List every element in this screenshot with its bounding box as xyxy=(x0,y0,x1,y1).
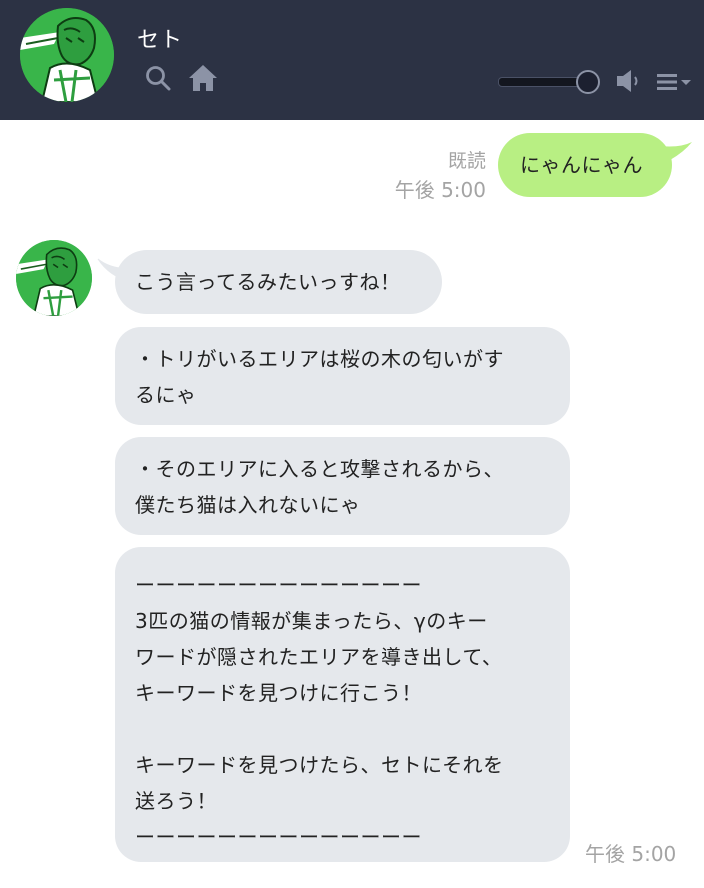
chat-title: セト xyxy=(137,28,184,53)
incoming-message-bubble[interactable]: ・トリがいるエリアは桜の木の匂いがす るにゃ xyxy=(115,327,570,425)
volume-knob[interactable] xyxy=(576,70,600,94)
message-time: 午後 5:00 xyxy=(585,842,677,866)
incoming-message-bubble[interactable]: こう言ってるみたいっすね！ xyxy=(115,250,442,314)
incoming-message-bubble[interactable]: ーーーーーーーーーーーーーー 3匹の猫の情報が集まったら、γのキー ワードが隠さ… xyxy=(115,547,570,862)
message-text: こう言ってるみたいっすね！ xyxy=(135,270,401,294)
incoming-message-bubble[interactable]: ・そのエリアに入ると攻撃されるから、 僕たち猫は入れないにゃ xyxy=(115,437,570,535)
speaker-icon[interactable] xyxy=(615,68,643,94)
message-text: ーーーーーーーーーーーーーー 3匹の猫の情報が集まったら、γのキー ワードが隠さ… xyxy=(135,573,504,849)
sender-avatar[interactable] xyxy=(16,240,92,316)
volume-slider[interactable] xyxy=(498,70,600,94)
message-text: にゃんにゃん xyxy=(520,153,643,177)
read-receipt: 既読 xyxy=(447,150,486,172)
message-text: ・トリがいるエリアは桜の木の匂いがす るにゃ xyxy=(135,347,504,407)
outgoing-message-bubble[interactable]: にゃんにゃん xyxy=(498,133,672,197)
menu-icon[interactable] xyxy=(655,70,693,94)
search-icon[interactable] xyxy=(145,65,171,91)
contact-avatar[interactable] xyxy=(20,8,114,102)
home-icon[interactable] xyxy=(188,64,218,92)
message-time: 午後 5:00 xyxy=(394,178,486,202)
message-text: ・そのエリアに入ると攻撃されるから、 僕たち猫は入れないにゃ xyxy=(135,457,504,517)
chat-header: セト xyxy=(0,0,704,120)
